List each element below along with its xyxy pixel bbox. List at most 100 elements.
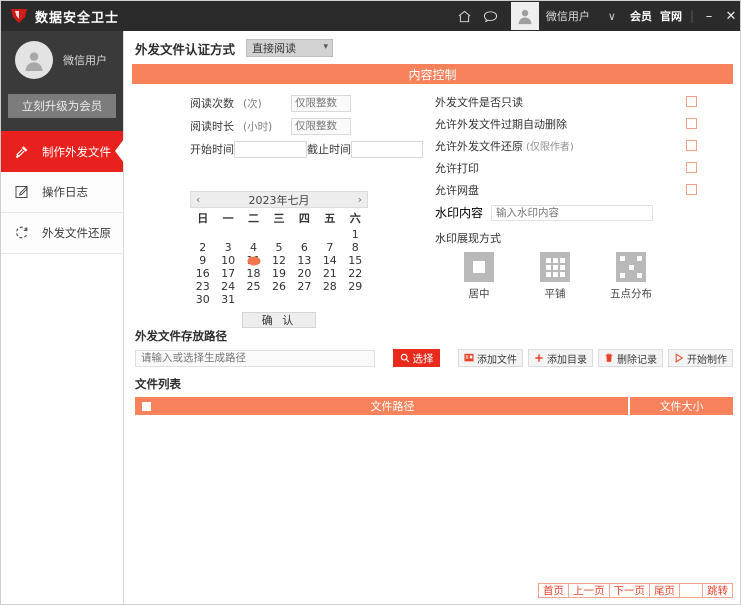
avatar[interactable] [510, 2, 539, 30]
watermark-mode-center[interactable]: 居中 [456, 252, 502, 301]
pagination-prev-button[interactable]: 上一页 [568, 583, 610, 598]
pagination-page-input[interactable] [679, 583, 703, 598]
start-time-input[interactable] [234, 140, 307, 158]
add-directory-button[interactable]: 添加目录 [528, 349, 593, 367]
file-list-header: 文件路径 文件大小 [135, 397, 733, 415]
calendar-day[interactable]: 6 [292, 241, 317, 254]
chat-icon[interactable] [478, 1, 504, 31]
sidebar-item-operation-log[interactable]: 操作日志 [1, 172, 123, 213]
weekday-header: 二 [248, 212, 260, 225]
calendar-day[interactable]: 4 [241, 241, 266, 254]
sidebar-item-label: 制作外发文件 [42, 144, 111, 159]
output-path-input[interactable] [135, 349, 375, 367]
column-header-file-size: 文件大小 [630, 397, 733, 415]
pagination-next-button[interactable]: 下一页 [608, 583, 650, 598]
calendar-day[interactable]: 7 [317, 241, 342, 254]
auth-method-value: 直接阅读 [252, 42, 297, 55]
weekday-header: 四 [298, 212, 310, 225]
calendar-day[interactable]: 25 [241, 280, 266, 293]
calendar-day[interactable] [266, 293, 291, 306]
option-row-netdisk: 允许网盘 [435, 180, 725, 199]
watermark-mode-label: 水印展现方式 [435, 232, 501, 245]
watermark-content-input[interactable] [491, 204, 654, 221]
calendar-day[interactable]: 21 [317, 267, 342, 280]
calendar-day[interactable] [343, 293, 368, 306]
end-time-input[interactable] [351, 140, 423, 158]
member-link[interactable]: 会员 [626, 8, 656, 24]
calendar-day[interactable] [266, 228, 291, 241]
watermark-mode-tile[interactable]: 平铺 [532, 252, 578, 301]
chevron-down-icon[interactable]: ∨ [594, 10, 626, 23]
upgrade-membership-button[interactable]: 立刻升级为会员 [8, 94, 116, 118]
delete-record-button[interactable]: 删除记录 [598, 349, 663, 367]
calendar-day[interactable]: 18 [241, 267, 266, 280]
calendar-day[interactable]: 20 [292, 267, 317, 280]
add-file-button[interactable]: 添加文件 [458, 349, 523, 367]
start-production-button[interactable]: 开始制作 [668, 349, 733, 367]
watermark-mode-five-point[interactable]: 五点分布 [608, 252, 654, 301]
calendar-day[interactable]: 1 [343, 228, 368, 241]
close-button[interactable]: ✕ [720, 1, 740, 31]
calendar-day[interactable] [215, 228, 240, 241]
pagination-first-button[interactable]: 首页 [538, 583, 569, 598]
pagination-last-button[interactable]: 尾页 [649, 583, 680, 598]
option-checkbox-restore[interactable] [686, 140, 697, 151]
calendar-next-button[interactable]: › [358, 193, 362, 206]
auth-method-select[interactable]: 直接阅读 ▾ [246, 39, 334, 57]
sidebar-avatar-icon [15, 41, 53, 79]
calendar-day[interactable]: 30 [190, 293, 215, 306]
home-icon[interactable] [452, 1, 478, 31]
watermark-tile-icon [540, 252, 570, 282]
calendar-day[interactable]: 24 [215, 280, 240, 293]
calendar-day[interactable]: 9 [190, 254, 215, 267]
pagination-jump-button[interactable]: 跳转 [702, 583, 733, 598]
calendar-day[interactable]: 31 [215, 293, 240, 306]
read-count-input[interactable] [291, 94, 351, 112]
select-all-checkbox[interactable] [141, 401, 151, 411]
option-checkbox-auto-delete[interactable] [686, 118, 697, 129]
calendar-header: ‹ 2023年七月 › [190, 191, 368, 208]
calendar-day[interactable] [292, 228, 317, 241]
calendar-day[interactable]: 16 [190, 267, 215, 280]
shield-logo-icon [10, 8, 28, 24]
end-time-label: 截止时间 [307, 143, 351, 156]
calendar-day[interactable] [317, 293, 342, 306]
calendar-day[interactable]: 5 [266, 241, 291, 254]
option-checkbox-readonly[interactable] [686, 96, 697, 107]
calendar-day-selected[interactable]: 11 [241, 254, 266, 267]
calendar-day[interactable]: 14 [317, 254, 342, 267]
option-checkbox-netdisk[interactable] [686, 184, 697, 195]
calendar-day[interactable]: 23 [190, 280, 215, 293]
calendar-day[interactable]: 19 [266, 267, 291, 280]
calendar-day[interactable]: 10 [215, 254, 240, 267]
calendar-day[interactable]: 2 [190, 241, 215, 254]
calendar-day[interactable]: 12 [266, 254, 291, 267]
calendar-day[interactable]: 8 [343, 241, 368, 254]
calendar-day[interactable] [317, 228, 342, 241]
app-window: 数据安全卫士 微信用户 ∨ 会员 官网 | – ✕ 微信用户 立刻升级为会员 制… [0, 0, 741, 605]
sidebar-item-create-outgoing-file[interactable]: 制作外发文件 [1, 131, 124, 172]
calendar-day[interactable]: 29 [343, 280, 368, 293]
sidebar: 微信用户 立刻升级为会员 制作外发文件 操作日志 外发文件还原 [1, 31, 124, 604]
sidebar-item-restore-outgoing-file[interactable]: 外发文件还原 [1, 213, 123, 254]
minimize-button[interactable]: – [698, 1, 720, 31]
calendar-day[interactable] [190, 228, 215, 241]
option-checkbox-print[interactable] [686, 162, 697, 173]
calendar-day[interactable] [241, 228, 266, 241]
website-link[interactable]: 官网 [656, 8, 686, 24]
calendar-day[interactable]: 22 [343, 267, 368, 280]
calendar-day[interactable]: 13 [292, 254, 317, 267]
calendar-day[interactable] [292, 293, 317, 306]
calendar-day[interactable]: 28 [317, 280, 342, 293]
calendar-day[interactable]: 17 [215, 267, 240, 280]
select-path-button[interactable]: 选择 [393, 349, 440, 367]
calendar-day[interactable]: 26 [266, 280, 291, 293]
read-duration-input[interactable] [291, 117, 351, 135]
calendar-day[interactable] [241, 293, 266, 306]
calendar-confirm-button[interactable]: 确 认 [242, 312, 316, 328]
option-row-print: 允许打印 [435, 158, 725, 177]
calendar-day[interactable]: 27 [292, 280, 317, 293]
calendar-day[interactable]: 3 [215, 241, 240, 254]
calendar-day[interactable]: 15 [343, 254, 368, 267]
pagination: 首页 上一页 下一页 尾页 跳转 [538, 583, 733, 598]
